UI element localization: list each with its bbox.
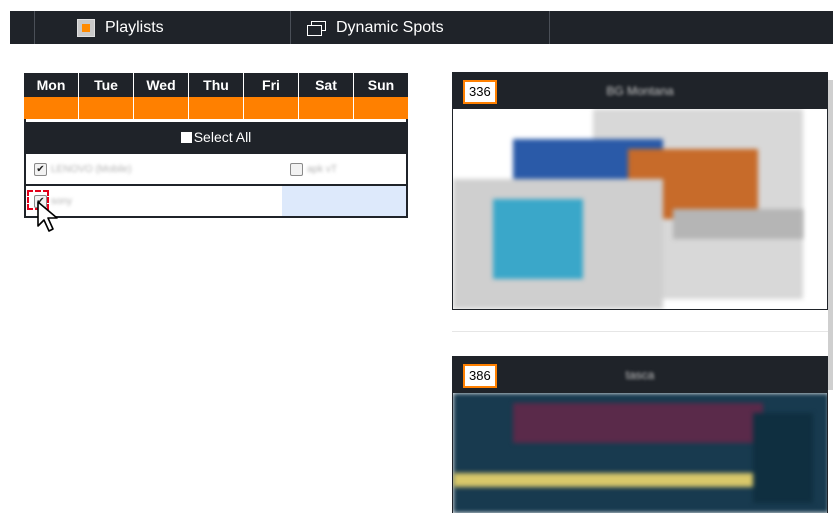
row-highlight — [282, 186, 406, 216]
day-header-row: Mon Tue Wed Thu Fri Sat Sun — [24, 73, 408, 97]
tab-playlists[interactable]: Playlists — [34, 11, 291, 44]
card-id-badge: 336 — [463, 80, 497, 104]
card-header: 386 tasca — [453, 357, 827, 393]
card-title: BG Montana — [606, 84, 674, 98]
day-wed[interactable]: Wed — [134, 73, 189, 97]
day-mon[interactable]: Mon — [24, 73, 79, 97]
card-divider — [452, 331, 828, 332]
device-label: apk vT — [307, 163, 338, 175]
card-title: tasca — [625, 368, 655, 382]
day-slot[interactable] — [299, 97, 354, 119]
playlist-icon — [77, 18, 95, 37]
scrollbar[interactable] — [828, 80, 833, 390]
card-id-badge: 386 — [463, 364, 497, 388]
device-checkbox[interactable] — [290, 162, 303, 176]
device-option[interactable]: apk vT — [286, 162, 338, 176]
day-sun[interactable]: Sun — [354, 73, 408, 97]
device-row: ✔ LENOVO (Mobile) apk vT — [26, 152, 406, 184]
stack-icon — [307, 20, 327, 36]
day-slot[interactable] — [189, 97, 244, 119]
day-thu[interactable]: Thu — [189, 73, 244, 97]
day-slot[interactable] — [134, 97, 189, 119]
day-slot[interactable] — [79, 97, 134, 119]
device-label: LENOVO (Mobile) — [51, 163, 132, 175]
playlist-card[interactable]: 386 tasca — [452, 356, 828, 513]
card-header: 336 BG Montana — [453, 73, 827, 109]
device-checkbox[interactable]: ✔ — [34, 162, 47, 176]
device-row: ✔ sony — [26, 184, 406, 216]
select-all-toggle[interactable]: Select All — [26, 119, 406, 152]
day-fri[interactable]: Fri — [244, 73, 299, 97]
schedule-panel: Mon Tue Wed Thu Fri Sat Sun Select All ✔… — [24, 73, 408, 218]
mouse-cursor-icon — [37, 201, 58, 232]
playlist-card[interactable]: 336 BG Montana — [452, 72, 828, 310]
tab-dynamic-spots-label: Dynamic Spots — [336, 18, 444, 36]
device-option[interactable]: ✔ LENOVO (Mobile) — [30, 162, 132, 176]
card-thumbnail[interactable] — [453, 109, 827, 309]
day-slot[interactable] — [24, 97, 79, 119]
tab-playlists-label: Playlists — [105, 18, 164, 36]
day-tue[interactable]: Tue — [79, 73, 134, 97]
day-slot-row — [24, 97, 408, 119]
top-nav-bar: Playlists Dynamic Spots — [10, 11, 833, 44]
select-all-checkbox[interactable] — [180, 131, 192, 143]
day-sat[interactable]: Sat — [299, 73, 354, 97]
select-all-label: Select All — [193, 129, 252, 145]
device-selector: Select All ✔ LENOVO (Mobile) apk vT ✔ so… — [24, 119, 408, 218]
tab-dynamic-spots[interactable]: Dynamic Spots — [291, 11, 550, 44]
day-slot[interactable] — [244, 97, 299, 119]
card-thumbnail[interactable] — [453, 393, 827, 513]
day-slot[interactable] — [354, 97, 408, 119]
